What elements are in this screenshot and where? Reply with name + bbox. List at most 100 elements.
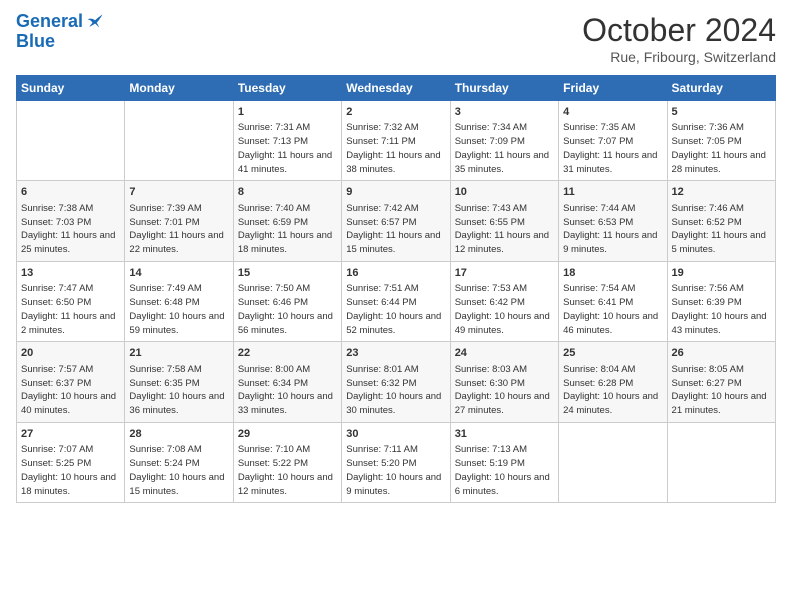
day-info: Sunrise: 7:08 AMSunset: 5:24 PMDaylight:… [129, 443, 228, 498]
day-number: 10 [455, 185, 554, 200]
day-number: 23 [346, 346, 445, 361]
header-row: Sunday Monday Tuesday Wednesday Thursday… [17, 76, 776, 101]
day-info: Sunrise: 7:50 AMSunset: 6:46 PMDaylight:… [238, 282, 337, 337]
day-info: Sunrise: 7:54 AMSunset: 6:41 PMDaylight:… [563, 282, 662, 337]
table-row: 7 Sunrise: 7:39 AMSunset: 7:01 PMDaylight… [125, 181, 233, 261]
day-info: Sunrise: 7:43 AMSunset: 6:55 PMDaylight:… [455, 202, 554, 257]
table-row: 20Sunrise: 7:57 AMSunset: 6:37 PMDayligh… [17, 342, 125, 422]
day-number: 16 [346, 266, 445, 281]
day-info: Sunrise: 7:53 AMSunset: 6:42 PMDaylight:… [455, 282, 554, 337]
table-row: 31Sunrise: 7:13 AMSunset: 5:19 PMDayligh… [450, 422, 558, 502]
day-number: 4 [563, 105, 662, 120]
day-info: Sunrise: 7:13 AMSunset: 5:19 PMDaylight:… [455, 443, 554, 498]
table-row: 9 Sunrise: 7:42 AMSunset: 6:57 PMDaylight… [342, 181, 450, 261]
day-info: Sunrise: 7:38 AMSunset: 7:03 PMDaylight:… [21, 202, 120, 257]
day-number: 15 [238, 266, 337, 281]
day-info: Sunrise: 8:04 AMSunset: 6:28 PMDaylight:… [563, 363, 662, 418]
table-row: 8 Sunrise: 7:40 AMSunset: 6:59 PMDaylight… [233, 181, 341, 261]
day-info: Sunrise: 7:58 AMSunset: 6:35 PMDaylight:… [129, 363, 228, 418]
day-number: 7 [129, 185, 228, 200]
day-number: 19 [672, 266, 771, 281]
day-number: 9 [346, 185, 445, 200]
day-number: 22 [238, 346, 337, 361]
table-row [667, 422, 775, 502]
month-title: October 2024 [582, 12, 776, 49]
calendar-week-2: 6 Sunrise: 7:38 AMSunset: 7:03 PMDaylight… [17, 181, 776, 261]
day-number: 31 [455, 427, 554, 442]
day-number: 25 [563, 346, 662, 361]
table-row: 6 Sunrise: 7:38 AMSunset: 7:03 PMDaylight… [17, 181, 125, 261]
day-info: Sunrise: 7:10 AMSunset: 5:22 PMDaylight:… [238, 443, 337, 498]
table-row: 21 Sunrise: 7:58 AMSunset: 6:35 PMDayligh… [125, 342, 233, 422]
logo-text: General [16, 12, 83, 32]
th-sunday: Sunday [17, 76, 125, 101]
table-row: 26Sunrise: 8:05 AMSunset: 6:27 PMDayligh… [667, 342, 775, 422]
th-wednesday: Wednesday [342, 76, 450, 101]
day-number: 18 [563, 266, 662, 281]
day-info: Sunrise: 7:31 AMSunset: 7:13 PMDaylight:… [238, 121, 337, 176]
calendar-week-1: 1Sunrise: 7:31 AMSunset: 7:13 PMDaylight… [17, 101, 776, 181]
table-row: 3Sunrise: 7:34 AMSunset: 7:09 PMDaylight… [450, 101, 558, 181]
day-info: Sunrise: 7:47 AMSunset: 6:50 PMDaylight:… [21, 282, 120, 337]
table-row: 16Sunrise: 7:51 AMSunset: 6:44 PMDayligh… [342, 261, 450, 341]
day-number: 14 [129, 266, 228, 281]
table-row: 27Sunrise: 7:07 AMSunset: 5:25 PMDayligh… [17, 422, 125, 502]
table-row: 18Sunrise: 7:54 AMSunset: 6:41 PMDayligh… [559, 261, 667, 341]
table-row: 23 Sunrise: 8:01 AMSunset: 6:32 PMDayligh… [342, 342, 450, 422]
day-number: 6 [21, 185, 120, 200]
table-row: 17Sunrise: 7:53 AMSunset: 6:42 PMDayligh… [450, 261, 558, 341]
day-info: Sunrise: 7:44 AMSunset: 6:53 PMDaylight:… [563, 202, 662, 257]
day-info: Sunrise: 7:49 AMSunset: 6:48 PMDaylight:… [129, 282, 228, 337]
day-info: Sunrise: 7:40 AMSunset: 6:59 PMDaylight:… [238, 202, 337, 257]
day-number: 1 [238, 105, 337, 120]
day-info: Sunrise: 7:36 AMSunset: 7:05 PMDaylight:… [672, 121, 771, 176]
page: General Blue October 2024 Rue, Fribourg,… [0, 0, 792, 612]
table-row: 22 Sunrise: 8:00 AMSunset: 6:34 PMDayligh… [233, 342, 341, 422]
day-info: Sunrise: 7:11 AMSunset: 5:20 PMDaylight:… [346, 443, 445, 498]
location: Rue, Fribourg, Switzerland [582, 49, 776, 65]
day-number: 5 [672, 105, 771, 120]
table-row: 15Sunrise: 7:50 AMSunset: 6:46 PMDayligh… [233, 261, 341, 341]
day-number: 20 [21, 346, 120, 361]
day-info: Sunrise: 7:42 AMSunset: 6:57 PMDaylight:… [346, 202, 445, 257]
header: General Blue October 2024 Rue, Fribourg,… [16, 12, 776, 65]
day-info: Sunrise: 7:51 AMSunset: 6:44 PMDaylight:… [346, 282, 445, 337]
table-row: 19Sunrise: 7:56 AMSunset: 6:39 PMDayligh… [667, 261, 775, 341]
day-info: Sunrise: 8:01 AMSunset: 6:32 PMDaylight:… [346, 363, 445, 418]
title-section: October 2024 Rue, Fribourg, Switzerland [582, 12, 776, 65]
table-row: 29Sunrise: 7:10 AMSunset: 5:22 PMDayligh… [233, 422, 341, 502]
table-row [125, 101, 233, 181]
day-number: 21 [129, 346, 228, 361]
day-number: 17 [455, 266, 554, 281]
day-info: Sunrise: 7:07 AMSunset: 5:25 PMDaylight:… [21, 443, 120, 498]
table-row [559, 422, 667, 502]
day-info: Sunrise: 7:35 AMSunset: 7:07 PMDaylight:… [563, 121, 662, 176]
calendar-week-4: 20Sunrise: 7:57 AMSunset: 6:37 PMDayligh… [17, 342, 776, 422]
day-number: 24 [455, 346, 554, 361]
day-number: 8 [238, 185, 337, 200]
day-info: Sunrise: 7:46 AMSunset: 6:52 PMDaylight:… [672, 202, 771, 257]
table-row: 12 Sunrise: 7:46 AMSunset: 6:52 PMDayligh… [667, 181, 775, 261]
table-row: 1Sunrise: 7:31 AMSunset: 7:13 PMDaylight… [233, 101, 341, 181]
day-info: Sunrise: 8:05 AMSunset: 6:27 PMDaylight:… [672, 363, 771, 418]
day-info: Sunrise: 7:39 AMSunset: 7:01 PMDaylight:… [129, 202, 228, 257]
th-monday: Monday [125, 76, 233, 101]
day-number: 30 [346, 427, 445, 442]
day-info: Sunrise: 7:32 AMSunset: 7:11 PMDaylight:… [346, 121, 445, 176]
day-number: 28 [129, 427, 228, 442]
day-number: 12 [672, 185, 771, 200]
day-info: Sunrise: 8:00 AMSunset: 6:34 PMDaylight:… [238, 363, 337, 418]
table-row: 10 Sunrise: 7:43 AMSunset: 6:55 PMDayligh… [450, 181, 558, 261]
logo: General Blue [16, 12, 105, 52]
table-row: 30Sunrise: 7:11 AMSunset: 5:20 PMDayligh… [342, 422, 450, 502]
day-number: 2 [346, 105, 445, 120]
calendar-table: Sunday Monday Tuesday Wednesday Thursday… [16, 75, 776, 503]
logo-bird-icon [85, 12, 105, 32]
th-tuesday: Tuesday [233, 76, 341, 101]
day-number: 27 [21, 427, 120, 442]
table-row: 4Sunrise: 7:35 AMSunset: 7:07 PMDaylight… [559, 101, 667, 181]
day-info: Sunrise: 7:34 AMSunset: 7:09 PMDaylight:… [455, 121, 554, 176]
day-number: 29 [238, 427, 337, 442]
day-number: 13 [21, 266, 120, 281]
calendar-week-3: 13Sunrise: 7:47 AMSunset: 6:50 PMDayligh… [17, 261, 776, 341]
